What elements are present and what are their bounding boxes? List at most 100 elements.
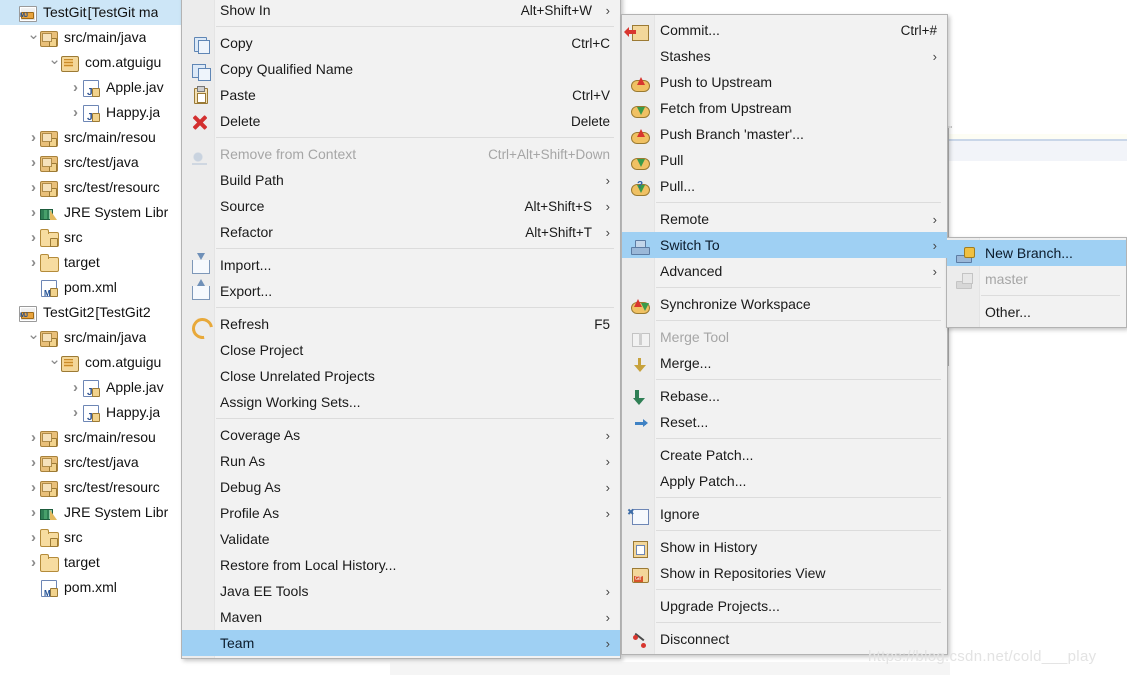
menu-item-synchronize-workspace[interactable]: Synchronize Workspace — [622, 291, 947, 317]
menu-item-other[interactable]: Other... — [947, 299, 1126, 325]
menu-item-stashes[interactable]: Stashes › — [622, 43, 947, 69]
chevron-right-icon[interactable] — [27, 550, 40, 575]
menu-item-label: master — [985, 271, 1028, 287]
chevron-right-icon[interactable] — [27, 475, 40, 500]
menu-item-disconnect[interactable]: Disconnect — [622, 626, 947, 652]
menu-item-refactor[interactable]: Refactor Alt+Shift+T › — [182, 219, 620, 245]
menu-item-team[interactable]: Team › — [182, 630, 620, 656]
chevron-down-icon[interactable] — [48, 50, 61, 75]
chevron-right-icon[interactable] — [27, 500, 40, 525]
menu-item-build-path[interactable]: Build Path › — [182, 167, 620, 193]
tree-item[interactable]: pom.xml — [0, 575, 186, 606]
menu-item-create-patch[interactable]: Create Patch... — [622, 442, 947, 468]
tree-item[interactable]: TestGit2 [TestGit2 — [0, 300, 186, 325]
tree-item[interactable]: src/main/java — [0, 325, 186, 350]
menu-item-new-branch[interactable]: New Branch... — [947, 240, 1126, 266]
menu-item-push-branch-master[interactable]: Push Branch 'master'... — [622, 121, 947, 147]
chevron-right-icon[interactable] — [27, 450, 40, 475]
switch-to-submenu[interactable]: New Branch... master Other... — [946, 237, 1127, 328]
tree-item[interactable]: target — [0, 250, 186, 275]
menu-item-paste[interactable]: Paste Ctrl+V — [182, 82, 620, 108]
menu-item-import[interactable]: Import... — [182, 252, 620, 278]
tree-item[interactable]: pom.xml — [0, 275, 186, 306]
menu-item-show-in-repositories-view[interactable]: Show in Repositories View — [622, 560, 947, 586]
menu-item-commit[interactable]: Commit... Ctrl+# — [622, 17, 947, 43]
menu-item-merge[interactable]: Merge... — [622, 350, 947, 376]
tree-item[interactable]: src/test/resourc — [0, 475, 186, 500]
menu-item-copy[interactable]: Copy Ctrl+C — [182, 30, 620, 56]
tree-item[interactable]: com.atguigu — [0, 50, 186, 75]
menu-separator — [656, 589, 941, 590]
chevron-right-icon[interactable] — [27, 150, 40, 175]
chevron-right-icon[interactable] — [27, 250, 40, 275]
tree-item[interactable]: Happy.ja — [0, 100, 186, 130]
tree-item[interactable]: src — [0, 225, 186, 250]
menu-item-java-ee-tools[interactable]: Java EE Tools › — [182, 578, 620, 604]
tree-item-label: src/main/resou — [64, 429, 156, 445]
menu-item-profile-as[interactable]: Profile As › — [182, 500, 620, 526]
menu-item-apply-patch[interactable]: Apply Patch... — [622, 468, 947, 494]
tree-item[interactable]: src/test/java — [0, 150, 186, 175]
menu-item-pull[interactable]: Pull — [622, 147, 947, 173]
menu-item-close-project[interactable]: Close Project — [182, 337, 620, 363]
menu-item-debug-as[interactable]: Debug As › — [182, 474, 620, 500]
tree-item[interactable]: com.atguigu — [0, 350, 186, 375]
menu-item-maven[interactable]: Maven › — [182, 604, 620, 630]
tree-item[interactable]: src/main/resou — [0, 125, 186, 150]
menu-item-close-unrelated-projects[interactable]: Close Unrelated Projects — [182, 363, 620, 389]
chevron-right-icon[interactable] — [27, 200, 40, 225]
menu-item-pull[interactable]: ? Pull... — [622, 173, 947, 199]
menu-item-restore-from-local-history[interactable]: Restore from Local History... — [182, 552, 620, 578]
package-explorer-tree[interactable]: TestGit [TestGit ma src/main/java com.atgu… — [0, 0, 186, 675]
chevron-right-icon[interactable] — [27, 225, 40, 250]
team-submenu[interactable]: Commit... Ctrl+# Stashes › Push to Upstream F… — [621, 14, 948, 655]
chevron-down-icon[interactable] — [27, 25, 40, 50]
chevron-right-icon[interactable] — [27, 525, 40, 550]
menu-item-advanced[interactable]: Advanced › — [622, 258, 947, 284]
tree-item[interactable]: TestGit [TestGit ma — [0, 0, 186, 25]
menu-item-upgrade-projects[interactable]: Upgrade Projects... — [622, 593, 947, 619]
chevron-down-icon[interactable] — [48, 350, 61, 375]
menu-item-label: Merge... — [660, 355, 712, 371]
tree-item[interactable]: Happy.ja — [0, 400, 186, 430]
chevron-right-icon[interactable] — [69, 100, 82, 125]
tree-item[interactable]: Apple.jav — [0, 375, 186, 405]
menu-item-remote[interactable]: Remote › — [622, 206, 947, 232]
tree-item[interactable]: src/test/resourc — [0, 175, 186, 200]
menu-item-fetch-from-upstream[interactable]: Fetch from Upstream — [622, 95, 947, 121]
chevron-down-icon[interactable] — [27, 325, 40, 350]
menu-item-rebase[interactable]: Rebase... — [622, 383, 947, 409]
tree-item[interactable]: src — [0, 525, 186, 550]
chevron-right-icon[interactable] — [69, 375, 82, 400]
menu-item-ignore[interactable]: Ignore — [622, 501, 947, 527]
menu-item-validate[interactable]: Validate — [182, 526, 620, 552]
menu-item-assign-working-sets[interactable]: Assign Working Sets... — [182, 389, 620, 415]
chevron-right-icon[interactable] — [69, 75, 82, 100]
tree-item[interactable]: Apple.jav — [0, 75, 186, 105]
tree-item-label: Happy.ja — [106, 104, 161, 120]
tree-item[interactable]: target — [0, 550, 186, 575]
menu-item-run-as[interactable]: Run As › — [182, 448, 620, 474]
tree-item[interactable]: src/main/java — [0, 25, 186, 50]
menu-item-delete[interactable]: Delete Delete — [182, 108, 620, 134]
tree-item[interactable]: src/test/java — [0, 450, 186, 475]
menu-item-refresh[interactable]: Refresh F5 — [182, 311, 620, 344]
chevron-right-icon[interactable] — [27, 425, 40, 450]
menu-item-source[interactable]: Source Alt+Shift+S › — [182, 193, 620, 219]
menu-item-switch-to[interactable]: Switch To › — [622, 232, 947, 258]
menu-item-show-in[interactable]: Show In Alt+Shift+W › — [182, 0, 620, 23]
menu-item-copy-qualified-name[interactable]: Copy Qualified Name — [182, 56, 620, 82]
tree-item[interactable]: src/main/resou — [0, 425, 186, 450]
menu-item-reset[interactable]: Reset... — [622, 409, 947, 435]
project-icon — [19, 4, 38, 22]
chevron-right-icon[interactable] — [27, 125, 40, 150]
menu-item-show-in-history[interactable]: Show in History — [622, 534, 947, 560]
menu-item-push-to-upstream[interactable]: Push to Upstream — [622, 69, 947, 95]
tree-item[interactable]: JRE System Libr — [0, 500, 186, 525]
menu-item-export[interactable]: Export... — [182, 278, 620, 304]
chevron-right-icon[interactable] — [69, 400, 82, 425]
menu-item-coverage-as[interactable]: Coverage As › — [182, 422, 620, 448]
chevron-right-icon[interactable] — [27, 175, 40, 200]
tree-item[interactable]: JRE System Libr — [0, 200, 186, 225]
project-context-menu[interactable]: Show In Alt+Shift+W › Copy Ctrl+C Copy Qualif… — [181, 0, 621, 659]
